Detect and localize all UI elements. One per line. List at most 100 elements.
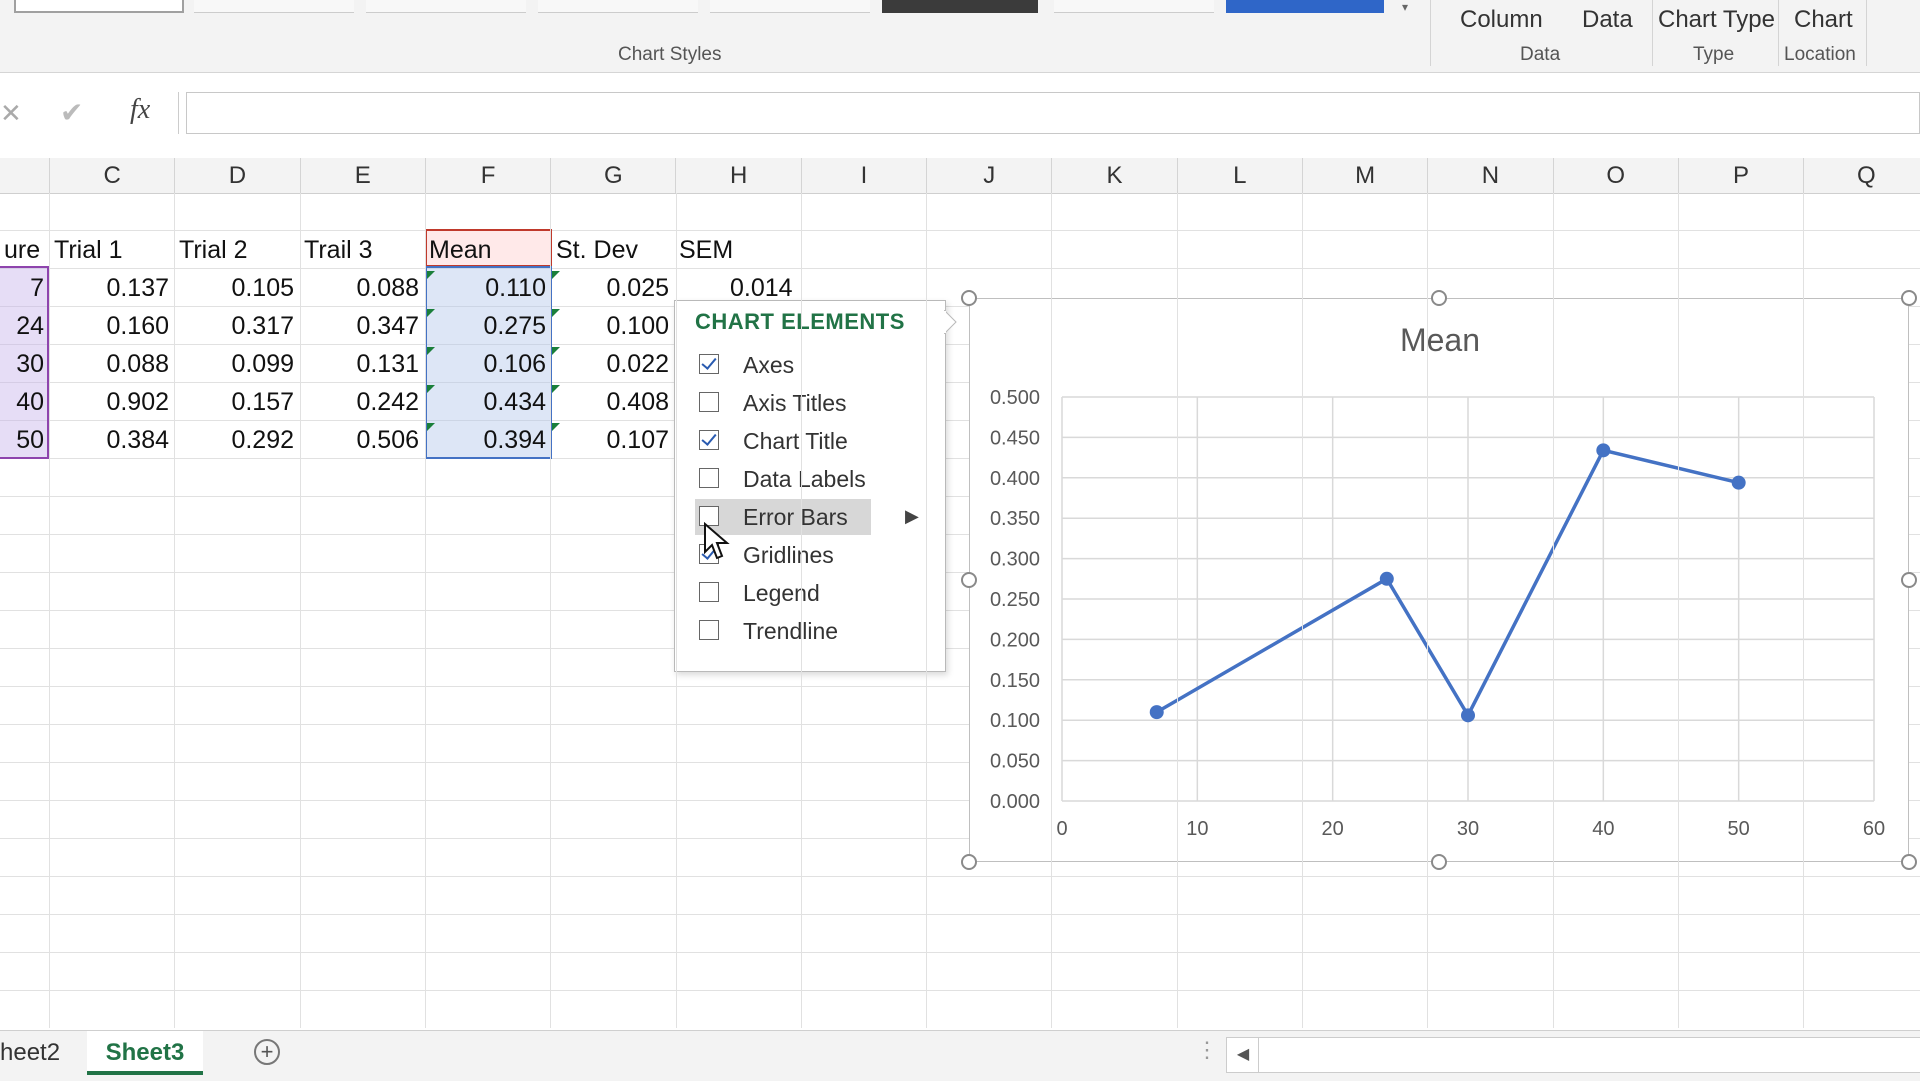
data-cell-f[interactable]: 0.106	[425, 345, 552, 383]
checkbox-icon[interactable]	[699, 620, 719, 640]
data-cell-g[interactable]: 0.022	[552, 345, 675, 383]
series-line[interactable]	[1155, 448, 1740, 719]
column-header-e[interactable]: E	[301, 158, 426, 193]
resize-handle[interactable]	[1901, 290, 1917, 306]
data-cell-h[interactable]: 0.014	[675, 269, 800, 307]
data-cell-d[interactable]: 0.292	[175, 421, 300, 459]
data-cell-g[interactable]: 0.107	[552, 421, 675, 459]
column-header-j[interactable]: J	[927, 158, 1053, 193]
cancel-entry-icon[interactable]: ✕	[0, 98, 22, 129]
data-cell-h[interactable]	[675, 345, 800, 383]
resize-handle[interactable]	[1431, 854, 1447, 870]
data-cell-e[interactable]: 0.506	[300, 421, 425, 459]
horizontal-scrollbar[interactable]	[1258, 1037, 1920, 1073]
data-cell-f[interactable]: 0.434	[425, 383, 552, 421]
resize-handle[interactable]	[961, 290, 977, 306]
data-cell-f[interactable]: 0.394	[425, 421, 552, 459]
chart-element-data-labels[interactable]: Data Labels	[695, 461, 875, 497]
submenu-arrow-icon[interactable]: ▶	[905, 506, 919, 527]
data-cell-f[interactable]: 0.110	[425, 269, 552, 307]
resize-handle[interactable]	[961, 572, 977, 588]
sheet-tab-sheet3[interactable]: Sheet3	[87, 1031, 203, 1075]
confirm-entry-icon[interactable]: ✔	[60, 96, 83, 129]
column-header-q[interactable]: Q	[1804, 158, 1920, 193]
insert-function-icon[interactable]: fx	[130, 94, 150, 126]
data-cell-d[interactable]: 0.317	[175, 307, 300, 345]
header-cell-d[interactable]: Trial 2	[175, 231, 300, 269]
data-cell-c[interactable]: 0.384	[50, 421, 175, 459]
column-header-l[interactable]: L	[1178, 158, 1303, 193]
column-header-h[interactable]: H	[677, 158, 802, 193]
chart-style-thumbnail[interactable]	[1054, 0, 1214, 13]
column-header-o[interactable]: O	[1554, 158, 1679, 193]
chart-style-thumbnail[interactable]	[710, 0, 870, 13]
data-cell-b[interactable]: 24	[0, 307, 50, 345]
data-cell-c[interactable]: 0.137	[50, 269, 175, 307]
header-cell-c[interactable]: Trial 1	[50, 231, 175, 269]
tab-split-handle-icon[interactable]: ⋮	[1196, 1037, 1218, 1063]
column-header-n[interactable]: N	[1428, 158, 1554, 193]
data-cell-c[interactable]: 0.160	[50, 307, 175, 345]
data-cell-d[interactable]: 0.099	[175, 345, 300, 383]
chart-style-thumbnail[interactable]	[366, 0, 526, 13]
data-cell-e[interactable]: 0.242	[300, 383, 425, 421]
data-cell-b[interactable]: 40	[0, 383, 50, 421]
header-cell-e[interactable]: Trail 3	[300, 231, 425, 269]
column-header-d[interactable]: D	[175, 158, 301, 193]
data-cell-d[interactable]: 0.105	[175, 269, 300, 307]
data-cell-b[interactable]: 50	[0, 421, 50, 459]
column-header-b[interactable]	[0, 158, 50, 193]
data-cell-h[interactable]	[675, 421, 800, 459]
chart-style-thumbnail[interactable]	[14, 0, 184, 13]
column-header-m[interactable]: M	[1303, 158, 1429, 193]
more-styles-dropdown-icon[interactable]: ▾	[1398, 0, 1412, 18]
chart-style-thumbnail[interactable]	[882, 0, 1038, 13]
data-cell-f[interactable]: 0.275	[425, 307, 552, 345]
select-data-button[interactable]: Data	[1582, 6, 1633, 34]
data-cell-e[interactable]: 0.088	[300, 269, 425, 307]
data-cell-h[interactable]	[675, 383, 800, 421]
resize-handle[interactable]	[961, 854, 977, 870]
chart-style-thumbnail[interactable]	[1226, 0, 1384, 13]
header-cell-g[interactable]: St. Dev	[552, 231, 675, 269]
checkbox-icon[interactable]	[699, 468, 719, 488]
sheet-tab-sheet2[interactable]: heet2	[0, 1031, 84, 1075]
header-cell-f[interactable]: Mean	[425, 231, 552, 269]
switch-row-column-button[interactable]: Column	[1460, 6, 1543, 34]
data-cell-g[interactable]: 0.100	[552, 307, 675, 345]
data-cell-c[interactable]: 0.088	[50, 345, 175, 383]
data-cell-g[interactable]: 0.025	[552, 269, 675, 307]
data-point[interactable]	[1379, 571, 1394, 586]
resize-handle[interactable]	[1901, 854, 1917, 870]
add-sheet-icon[interactable]: +	[254, 1039, 280, 1065]
column-header-c[interactable]: C	[50, 158, 176, 193]
chart-element-legend[interactable]: Legend	[695, 575, 875, 611]
data-cell-e[interactable]: 0.347	[300, 307, 425, 345]
column-header-f[interactable]: F	[426, 158, 552, 193]
data-cell-d[interactable]: 0.157	[175, 383, 300, 421]
resize-handle[interactable]	[1901, 572, 1917, 588]
data-point[interactable]	[1731, 475, 1746, 490]
change-chart-type-button[interactable]: Chart Type	[1658, 6, 1775, 34]
header-cell-h[interactable]: SEM	[675, 231, 800, 269]
data-cell-b[interactable]: 30	[0, 345, 50, 383]
data-point[interactable]	[1461, 708, 1475, 723]
resize-handle[interactable]	[1431, 290, 1447, 306]
chart-element-trendline[interactable]: Trendline	[695, 613, 875, 649]
data-cell-h[interactable]	[675, 307, 800, 345]
data-cell-b[interactable]: 7	[0, 269, 50, 307]
data-point[interactable]	[1149, 705, 1164, 720]
checkbox-icon[interactable]	[699, 582, 719, 602]
column-header-g[interactable]: G	[551, 158, 677, 193]
chart-style-thumbnail[interactable]	[194, 0, 354, 13]
move-chart-button[interactable]: Chart	[1794, 6, 1853, 34]
data-cell-g[interactable]: 0.408	[552, 383, 675, 421]
chart-area[interactable]: Mean 0.000 0.050 0.100 0.150 0.200 0.250 0.300…	[969, 298, 1909, 862]
data-point[interactable]	[1596, 443, 1611, 458]
header-cell-b[interactable]: ure	[0, 231, 50, 269]
column-header-k[interactable]: K	[1052, 158, 1178, 193]
data-cell-c[interactable]: 0.902	[50, 383, 175, 421]
column-header-i[interactable]: I	[802, 158, 928, 193]
chart-title[interactable]: Mean	[1400, 322, 1480, 358]
chart-style-thumbnail[interactable]	[538, 0, 698, 13]
